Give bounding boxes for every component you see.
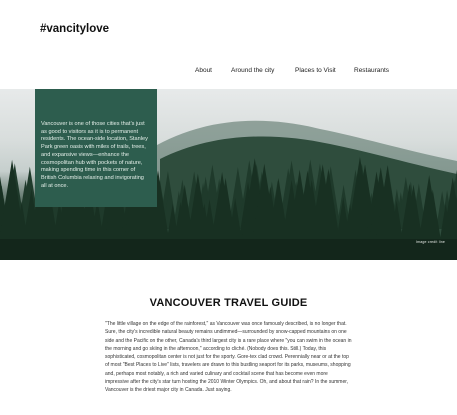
nav-places-to-visit[interactable]: Places to Visit bbox=[295, 67, 336, 74]
intro-box: Vancouver is one of those cities that’s … bbox=[35, 89, 157, 207]
guide-title: VANCOUVER TRAVEL GUIDE bbox=[149, 297, 308, 309]
image-credit: Image credit line bbox=[415, 240, 445, 244]
nav-around-the-city[interactable]: Around the city bbox=[231, 67, 274, 74]
intro-text: Vancouver is one of those cities that’s … bbox=[41, 121, 148, 189]
main-nav: About Around the city Places to Visit Re… bbox=[0, 67, 457, 79]
site-title[interactable]: #vancitylove bbox=[40, 23, 109, 35]
nav-about[interactable]: About bbox=[195, 67, 212, 74]
guide-body: "The little village on the edge of the r… bbox=[105, 321, 352, 394]
nav-restaurants[interactable]: Restaurants bbox=[354, 67, 389, 74]
